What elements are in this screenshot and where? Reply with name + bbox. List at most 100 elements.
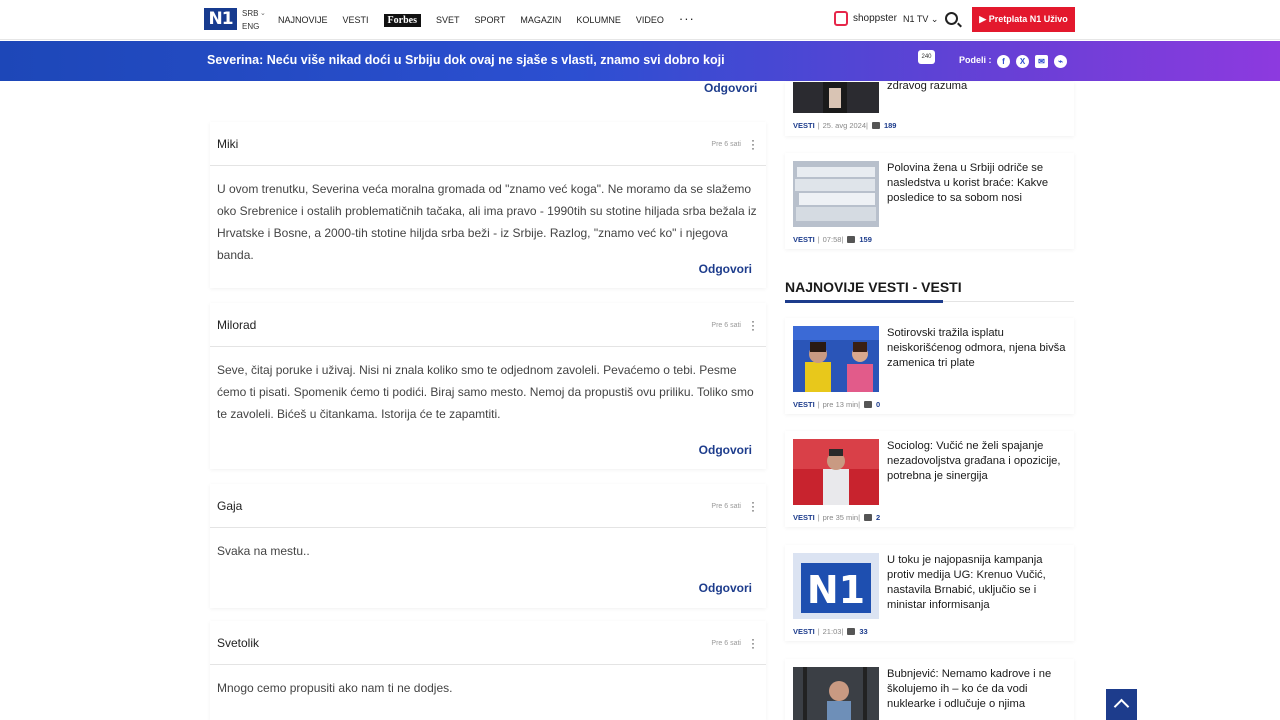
news-title[interactable]: Bubnjević: Nemamo kadrove i ne školujemo…	[887, 667, 1067, 712]
lang-eng[interactable]: ENG	[242, 20, 259, 33]
mail-icon[interactable]: ✉	[1035, 55, 1048, 68]
lang-srb[interactable]: SRB	[242, 7, 259, 20]
news-card[interactable]: N1 U toku je najopasnija kampanja protiv…	[785, 545, 1074, 641]
search-icon[interactable]	[945, 12, 958, 25]
news-time: pre 13 min	[822, 400, 859, 409]
reply-button[interactable]: Odgovori	[699, 581, 752, 595]
news-comment-count: 159	[859, 235, 872, 244]
news-thumbnail[interactable]: N1	[793, 553, 879, 619]
comment-text: Svaka na mestu..	[217, 544, 310, 558]
nav-video[interactable]: VIDEO	[636, 15, 664, 25]
news-title[interactable]: U toku je najopasnija kampanja protiv me…	[887, 553, 1067, 613]
news-category[interactable]: VESTI	[793, 235, 815, 244]
comment-icon	[871, 122, 880, 129]
comment-author: Gaja	[217, 499, 243, 513]
shopping-bag-icon	[834, 11, 848, 26]
article-sticky-header: Severina: Neću više nikad doći u Srbiju …	[0, 41, 1280, 81]
news-meta: VESTI | 21:03 | 33	[793, 627, 868, 636]
news-thumbnail[interactable]	[793, 82, 879, 113]
news-category[interactable]: VESTI	[793, 400, 815, 409]
more-options-icon[interactable]: · · ·	[751, 315, 755, 335]
comment-icon	[847, 628, 856, 635]
news-category[interactable]: VESTI	[793, 627, 815, 636]
comment-icon	[847, 236, 856, 243]
comment-author: Svetolik	[217, 636, 260, 650]
facebook-icon[interactable]: f	[997, 55, 1010, 68]
news-title[interactable]: Sotirovski tražila isplatu neiskorišćeno…	[887, 326, 1067, 371]
comment-time: Pre 6 sati	[711, 322, 741, 329]
nav-vesti[interactable]: VESTI	[343, 15, 369, 25]
language-switcher[interactable]: SRB ENG ⌄	[242, 7, 266, 33]
comment-icon	[864, 514, 873, 521]
more-menu-icon[interactable]: ···	[679, 11, 695, 26]
news-meta: VESTI | 25. avg 2024 | 189	[793, 121, 897, 130]
comment-header: Gaja Pre 6 sati · · ·	[210, 484, 766, 528]
shoppster-link[interactable]: shoppster	[834, 11, 897, 26]
n1-logo[interactable]: N1	[204, 8, 237, 30]
more-options-icon[interactable]: · · ·	[751, 496, 755, 516]
news-comment-count: 33	[859, 627, 868, 636]
comment-author: Milorad	[217, 318, 257, 332]
news-meta: VESTI | pre 35 min | 2	[793, 513, 881, 522]
share-label: Podeli :	[959, 55, 992, 65]
news-thumbnail[interactable]	[793, 439, 879, 505]
nav-kolumne[interactable]: KOLUMNE	[576, 15, 621, 25]
comment-text: Mnogo cemo propusiti ako nam ti ne dodje…	[217, 681, 453, 695]
comment-card: Miki Pre 6 sati · · · U ovom trenutku, Sev…	[210, 122, 766, 288]
news-title[interactable]: zdravog razuma	[887, 79, 1067, 94]
n1tv-dropdown[interactable]: N1 TV ⌄	[903, 14, 938, 25]
news-title[interactable]: Sociolog: Vučić ne želi spajanje nezadov…	[887, 439, 1067, 484]
comment-text: Seve, čitaj poruke i uživaj. Nisi ni zna…	[217, 363, 754, 421]
comment-author: Miki	[217, 137, 239, 151]
nav-forbes[interactable]: Forbes	[383, 13, 421, 27]
nav-magazin[interactable]: MAGAZIN	[520, 15, 561, 25]
news-meta: VESTI | pre 13 min | 0	[793, 400, 881, 409]
news-title[interactable]: Polovina žena u Srbiji odriče se nasleds…	[887, 161, 1067, 206]
shoppster-label: shoppster	[853, 13, 897, 24]
news-thumbnail[interactable]	[793, 667, 879, 720]
news-meta: VESTI | 07:58 | 159	[793, 235, 872, 244]
back-to-top-button[interactable]	[1106, 689, 1137, 720]
news-time: 07:58	[822, 235, 842, 244]
comment-count-icon[interactable]: 240	[918, 50, 935, 64]
comment-header: Svetolik Pre 6 sati · · ·	[210, 621, 766, 665]
nav-sport[interactable]: SPORT	[475, 15, 506, 25]
news-card[interactable]: Sociolog: Vučić ne želi spajanje nezadov…	[785, 431, 1074, 527]
more-options-icon[interactable]: · · ·	[751, 134, 755, 154]
news-card[interactable]: Bubnjević: Nemamo kadrove i ne školujemo…	[785, 659, 1074, 720]
comment-text: U ovom trenutku, Severina veća moralna g…	[217, 182, 757, 262]
svg-text:N1: N1	[807, 568, 865, 612]
reply-button[interactable]: Odgovori	[699, 443, 752, 457]
chevron-down-icon: ⌄	[260, 10, 266, 17]
news-category[interactable]: VESTI	[793, 513, 815, 522]
news-thumbnail[interactable]	[793, 161, 879, 227]
news-comment-count: 189	[883, 121, 897, 130]
comment-card: Gaja Pre 6 sati · · · Svaka na mestu.. Odg…	[210, 484, 766, 608]
live-subscription-button[interactable]: ▶ Pretplata N1 Uživo	[972, 7, 1075, 32]
comment-header: Milorad Pre 6 sati · · ·	[210, 303, 766, 347]
news-time: 21:03	[822, 627, 842, 636]
comment-time: Pre 6 sati	[711, 503, 741, 510]
more-options-icon[interactable]: · · ·	[751, 633, 755, 653]
top-navigation: N1 SRB ENG ⌄ NAJNOVIJE VESTI Forbes SVET…	[0, 0, 1280, 40]
section-underline	[785, 300, 943, 303]
news-card[interactable]: Polovina žena u Srbiji odriče se nasleds…	[785, 153, 1074, 249]
reply-button[interactable]: Odgovori	[699, 262, 752, 276]
news-category[interactable]: VESTI	[793, 121, 815, 130]
x-twitter-icon[interactable]: X	[1016, 55, 1029, 68]
news-card[interactable]: zdravog razuma VESTI | 25. avg 2024 | 189	[785, 79, 1074, 136]
reply-button[interactable]: Odgovori	[704, 81, 757, 95]
section-title[interactable]: NAJNOVIJE VESTI - VESTI	[785, 279, 962, 295]
news-comment-count: 0	[876, 400, 881, 409]
main-menu: NAJNOVIJE VESTI Forbes SVET SPORT MAGAZI…	[278, 0, 710, 40]
nav-svet[interactable]: SVET	[436, 15, 460, 25]
link-icon[interactable]: ⌁	[1054, 55, 1067, 68]
nav-najnovije[interactable]: NAJNOVIJE	[278, 15, 328, 25]
article-title: Severina: Neću više nikad doći u Srbiju …	[207, 53, 725, 67]
comment-time: Pre 6 sati	[711, 141, 741, 148]
comment-time: Pre 6 sati	[711, 640, 741, 647]
comment-header: Miki Pre 6 sati · · ·	[210, 122, 766, 166]
news-comment-count: 2	[876, 513, 881, 522]
news-thumbnail[interactable]	[793, 326, 879, 392]
news-card[interactable]: Sotirovski tražila isplatu neiskorišćeno…	[785, 318, 1074, 414]
